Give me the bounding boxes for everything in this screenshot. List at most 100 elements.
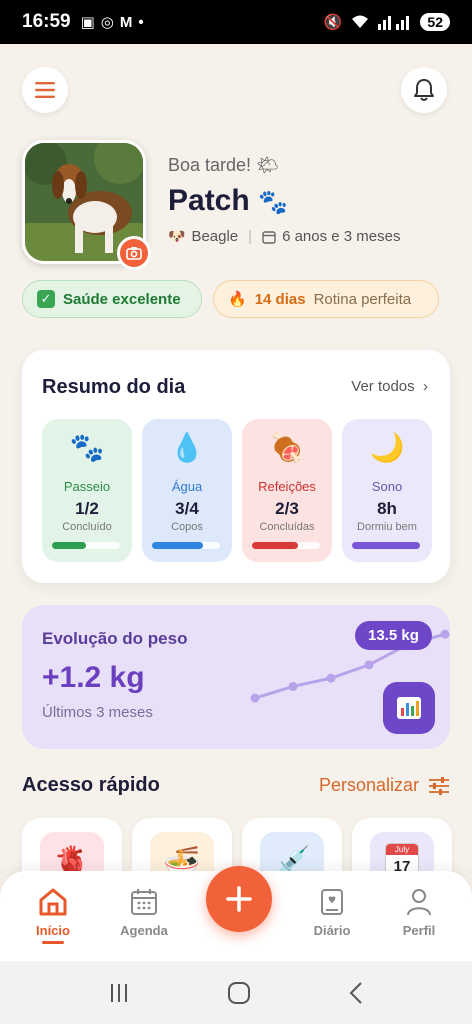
greeting-text: Boa tarde! bbox=[168, 155, 252, 175]
weight-trend-point bbox=[364, 660, 374, 670]
pet-breed: Beagle bbox=[191, 228, 239, 245]
pet-meta: 🐶 Beagle | 6 anos e 3 meses bbox=[168, 228, 400, 245]
customize-button[interactable]: Personalizar bbox=[319, 775, 450, 796]
nav-profile-label: Perfil bbox=[402, 923, 436, 938]
walk-progress bbox=[52, 542, 120, 549]
mute-icon: 🔇 bbox=[323, 14, 343, 31]
add-button[interactable] bbox=[206, 866, 272, 932]
dot-icon: • bbox=[138, 13, 144, 31]
bell-icon bbox=[414, 79, 434, 101]
sun-cloud-icon: 🌤 bbox=[256, 155, 279, 175]
sleep-sub: Dormiu bem bbox=[357, 521, 417, 533]
water-progress bbox=[152, 542, 220, 549]
sliders-icon bbox=[429, 776, 450, 795]
camera-icon bbox=[126, 247, 142, 260]
gmail-icon: M bbox=[119, 13, 133, 31]
sleep-tile[interactable]: 🌙 Sono 8h Dormiu bem bbox=[342, 419, 432, 562]
signal-icon bbox=[378, 16, 410, 30]
whatsapp-icon: ◎ bbox=[100, 14, 114, 31]
diary-icon bbox=[321, 889, 343, 915]
sleep-progress-fill bbox=[352, 542, 420, 549]
nav-home-label: Início bbox=[36, 923, 70, 938]
see-all-link[interactable]: Ver todos › bbox=[351, 378, 428, 395]
plus-icon bbox=[226, 886, 252, 912]
meals-sub: Concluídas bbox=[259, 521, 315, 533]
nav-diary-label: Diário bbox=[313, 923, 351, 938]
water-drop-icon: 💧 bbox=[169, 432, 205, 463]
system-navigation-bar bbox=[0, 961, 472, 1024]
nav-active-indicator bbox=[42, 941, 64, 944]
dog-face-icon: 🐶 bbox=[168, 228, 186, 244]
water-tile[interactable]: 💧 Água 3/4 Copos bbox=[142, 419, 232, 562]
meals-label: Refeições bbox=[258, 479, 316, 494]
meals-progress-fill bbox=[252, 542, 298, 549]
weight-trend-point bbox=[440, 629, 450, 639]
notifications-button[interactable] bbox=[401, 67, 447, 113]
weight-change: +1.2 kg bbox=[42, 661, 145, 694]
water-label: Água bbox=[171, 479, 203, 494]
home-icon bbox=[39, 888, 67, 916]
quick-access-title: Acesso rápido bbox=[22, 774, 160, 796]
summary-title: Resumo do dia bbox=[42, 376, 186, 398]
hamburger-icon bbox=[35, 82, 55, 98]
weight-period: Últimos 3 meses bbox=[42, 704, 153, 721]
check-icon: ✓ bbox=[37, 290, 55, 308]
streak-badge[interactable]: 🔥 14 dias Rotina perfeita bbox=[213, 280, 439, 318]
weight-title: Evolução do peso bbox=[42, 629, 188, 648]
status-time: 16:59 bbox=[22, 11, 71, 32]
pet-name: Patch 🐾 bbox=[168, 184, 288, 218]
status-bar: 16:59 ▣ ◎ M • 🔇 52 bbox=[0, 0, 472, 44]
fire-icon: 🔥 bbox=[228, 291, 247, 308]
change-photo-button[interactable] bbox=[117, 236, 151, 270]
pet-name-text: Patch bbox=[168, 184, 250, 217]
nav-profile[interactable]: Perfil bbox=[379, 885, 459, 938]
health-badge[interactable]: ✓ Saúde excelente bbox=[22, 280, 202, 318]
weight-evolution-card[interactable]: Evolução do peso +1.2 kg Últimos 3 meses… bbox=[22, 605, 450, 749]
menu-button[interactable] bbox=[22, 67, 68, 113]
meat-icon: 🍖 bbox=[269, 432, 305, 463]
weight-trend-point bbox=[326, 673, 336, 683]
calendar-small-icon bbox=[262, 230, 276, 244]
sleep-value: 8h bbox=[377, 499, 397, 518]
weight-chart-button[interactable] bbox=[383, 682, 435, 734]
daily-summary-card: Resumo do dia Ver todos › 🐾 Passeio 1/2 … bbox=[22, 350, 450, 583]
screenshot-icon: ▣ bbox=[80, 14, 95, 31]
sleep-progress bbox=[352, 542, 420, 549]
health-label: Saúde excelente bbox=[63, 290, 181, 308]
paw-icon: 🐾 bbox=[258, 189, 288, 216]
meals-value: 2/3 bbox=[275, 499, 299, 518]
water-value: 3/4 bbox=[175, 499, 199, 518]
walk-value: 1/2 bbox=[75, 499, 99, 518]
calendar-month: July bbox=[386, 844, 418, 855]
greeting: Boa tarde! 🌤 bbox=[168, 155, 279, 176]
back-icon[interactable] bbox=[348, 981, 364, 1005]
walk-progress-fill bbox=[52, 542, 86, 549]
system-home-icon[interactable] bbox=[227, 981, 251, 1005]
nav-agenda[interactable]: Agenda bbox=[104, 885, 184, 938]
walk-tile[interactable]: 🐾 Passeio 1/2 Concluído bbox=[42, 419, 132, 562]
paw-icon: 🐾 bbox=[69, 432, 105, 463]
wifi-icon bbox=[352, 15, 369, 28]
meals-progress bbox=[252, 542, 320, 549]
bar-chart-icon bbox=[397, 697, 421, 719]
see-all-label: Ver todos bbox=[351, 378, 415, 395]
recent-apps-icon[interactable] bbox=[108, 982, 130, 1004]
walk-sub: Concluído bbox=[62, 521, 112, 533]
meals-tile[interactable]: 🍖 Refeições 2/3 Concluídas bbox=[242, 419, 332, 562]
sleep-label: Sono bbox=[371, 479, 403, 494]
notification-icons: ▣ ◎ M • bbox=[80, 13, 144, 32]
current-weight-badge: 13.5 kg bbox=[355, 621, 432, 650]
nav-diary[interactable]: Diário bbox=[292, 885, 372, 938]
streak-label: Rotina perfeita bbox=[313, 290, 412, 308]
nav-home[interactable]: Início bbox=[13, 885, 93, 938]
water-progress-fill bbox=[152, 542, 203, 549]
pet-age: 6 anos e 3 meses bbox=[282, 228, 401, 245]
weight-trend-point bbox=[288, 681, 298, 691]
nav-agenda-label: Agenda bbox=[120, 923, 168, 938]
walk-label: Passeio bbox=[63, 479, 111, 494]
moon-icon: 🌙 bbox=[369, 432, 405, 463]
battery-indicator: 52 bbox=[420, 13, 450, 31]
water-sub: Copos bbox=[171, 521, 203, 533]
weight-trend-point bbox=[250, 693, 260, 703]
meta-divider: | bbox=[248, 228, 253, 245]
